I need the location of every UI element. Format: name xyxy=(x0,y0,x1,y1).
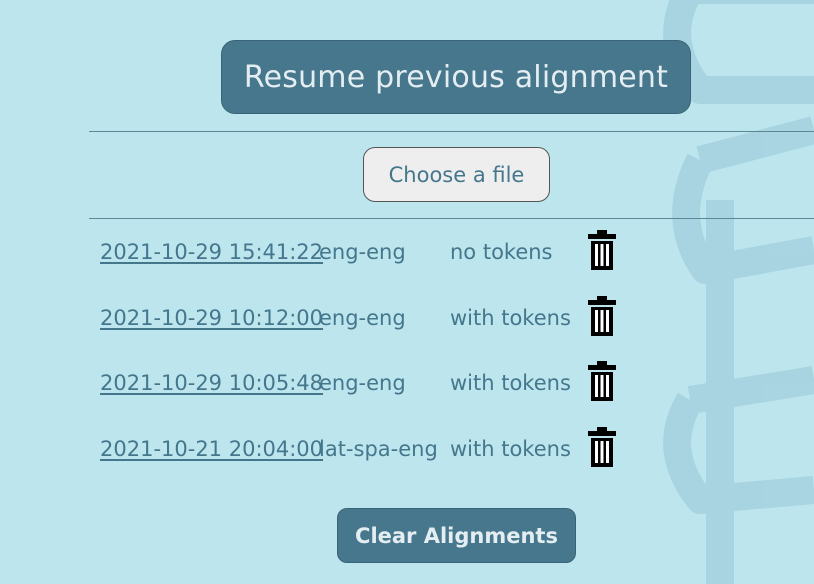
alignment-date-link[interactable]: 2021-10-29 15:41:22 xyxy=(100,240,323,264)
alignment-tokens: with tokens xyxy=(450,305,571,330)
alignment-languages: eng-eng xyxy=(319,305,406,330)
alignment-date-link[interactable]: 2021-10-29 10:05:48 xyxy=(100,371,323,395)
alignment-list: 2021-10-29 15:41:22 eng-eng no tokens 20… xyxy=(100,228,630,490)
divider xyxy=(89,131,814,132)
alignment-date-link[interactable]: 2021-10-21 20:04:00 xyxy=(100,437,323,461)
clear-alignments-button[interactable]: Clear Alignments xyxy=(337,508,576,563)
alignment-languages: lat-spa-eng xyxy=(319,436,438,461)
resume-alignment-button[interactable]: Resume previous alignment xyxy=(221,40,691,114)
trash-icon[interactable] xyxy=(588,361,616,401)
divider xyxy=(89,218,814,219)
choose-file-button[interactable]: Choose a file xyxy=(363,147,550,202)
alignment-date-link[interactable]: 2021-10-29 10:12:00 xyxy=(100,306,323,330)
alignment-tokens: no tokens xyxy=(450,240,553,264)
alignment-row: 2021-10-29 10:05:48 eng-eng with tokens xyxy=(100,359,630,425)
trash-icon[interactable] xyxy=(588,230,616,270)
alignment-languages: eng-eng xyxy=(319,240,406,264)
alignment-row: 2021-10-29 10:12:00 eng-eng with tokens xyxy=(100,294,630,360)
alignment-languages: eng-eng xyxy=(319,371,406,395)
alignment-row: 2021-10-21 20:04:00 lat-spa-eng with tok… xyxy=(100,425,630,491)
trash-icon[interactable] xyxy=(588,295,616,336)
trash-icon[interactable] xyxy=(588,426,616,467)
alignment-row: 2021-10-29 15:41:22 eng-eng no tokens xyxy=(100,228,630,294)
alignment-tokens: with tokens xyxy=(450,371,571,395)
alignment-tokens: with tokens xyxy=(450,436,571,461)
